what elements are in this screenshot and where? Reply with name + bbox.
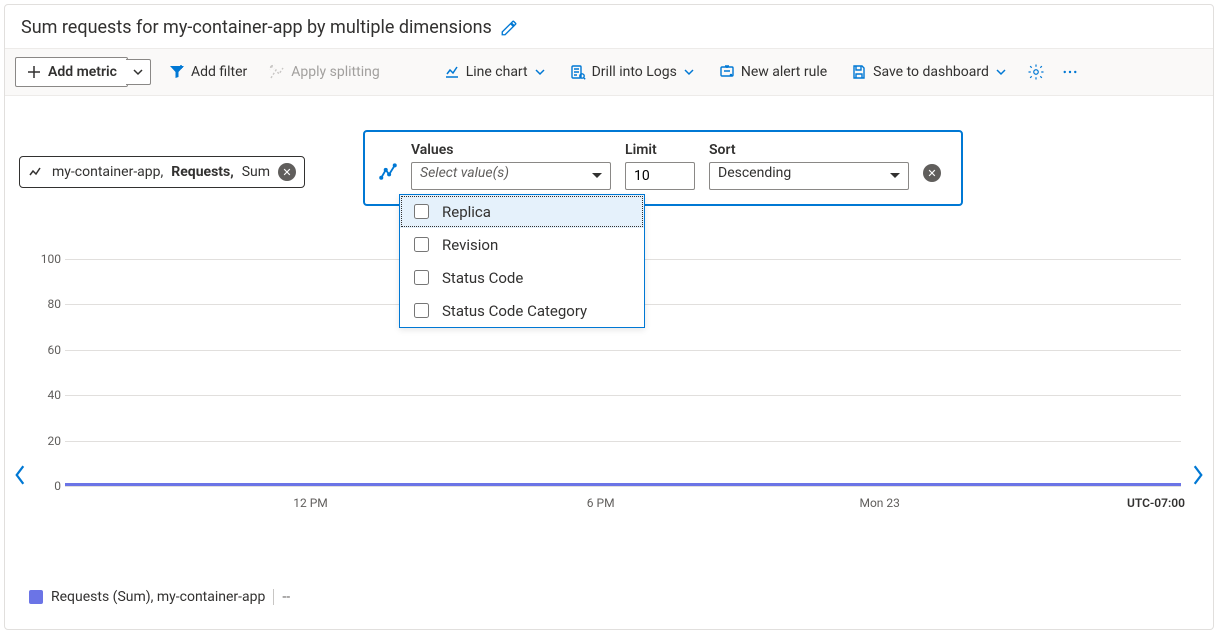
- apply-splitting-label: Apply splitting: [291, 64, 379, 80]
- values-option[interactable]: Status Code Category: [400, 294, 644, 327]
- gridline: [65, 486, 1181, 487]
- x-tick-label: Mon 23: [859, 496, 899, 510]
- values-label: Values: [411, 142, 611, 158]
- x-tick-label: 12 PM: [293, 496, 328, 510]
- metric-pill[interactable]: my-container-app, Requests, Sum ✕: [19, 156, 305, 188]
- new-alert-label: New alert rule: [741, 64, 827, 80]
- values-select[interactable]: Select value(s): [411, 162, 611, 190]
- line-chart-label: Line chart: [466, 64, 528, 80]
- sort-value: Descending: [718, 165, 791, 181]
- metric-name: Requests,: [171, 164, 233, 180]
- logs-icon: [570, 64, 586, 80]
- alert-icon: [719, 64, 735, 80]
- line-chart-icon: [444, 64, 460, 80]
- edit-title-icon[interactable]: [500, 19, 518, 37]
- values-option-label: Revision: [442, 236, 498, 254]
- remove-metric-icon[interactable]: ✕: [278, 163, 296, 181]
- filter-icon: [169, 64, 185, 80]
- add-metric-button[interactable]: Add metric: [15, 57, 128, 87]
- limit-label: Limit: [625, 142, 695, 158]
- metrics-card: Sum requests for my-container-app by mul…: [4, 4, 1214, 630]
- toolbar: Add metric Add filter Apply splitting Li…: [5, 48, 1213, 96]
- values-option-checkbox[interactable]: [414, 270, 429, 285]
- scroll-right-icon[interactable]: [1191, 464, 1205, 486]
- chevron-down-icon: [995, 66, 1007, 78]
- add-filter-button[interactable]: Add filter: [159, 58, 257, 86]
- values-option[interactable]: Status Code: [400, 261, 644, 294]
- y-tick-label: 20: [25, 434, 61, 448]
- y-tick-label: 0: [25, 479, 61, 493]
- values-option[interactable]: Revision: [400, 228, 644, 261]
- scroll-left-icon[interactable]: [13, 464, 27, 486]
- save-dashboard-label: Save to dashboard: [873, 64, 989, 80]
- values-placeholder: Select value(s): [420, 165, 509, 181]
- gridline: [65, 441, 1181, 442]
- title-row: Sum requests for my-container-app by mul…: [5, 5, 1213, 48]
- sort-label: Sort: [709, 142, 909, 158]
- y-tick-label: 60: [25, 343, 61, 357]
- values-option-checkbox[interactable]: [414, 237, 429, 252]
- line-chart-button[interactable]: Line chart: [434, 58, 556, 86]
- more-icon[interactable]: [1055, 57, 1085, 87]
- save-icon: [851, 64, 867, 80]
- add-filter-label: Add filter: [191, 64, 247, 80]
- apply-splitting-button: Apply splitting: [259, 58, 389, 86]
- values-option-checkbox[interactable]: [414, 303, 429, 318]
- chart-title: Sum requests for my-container-app by mul…: [21, 17, 492, 38]
- timezone-label: UTC-07:00: [1127, 496, 1185, 510]
- legend: Requests (Sum), my-container-app --: [29, 589, 290, 605]
- plus-icon: [26, 64, 42, 80]
- save-dashboard-button[interactable]: Save to dashboard: [841, 58, 1017, 86]
- limit-input[interactable]: [625, 162, 695, 190]
- splitting-icon: [269, 64, 285, 80]
- legend-swatch: [29, 590, 43, 604]
- settings-icon[interactable]: [1021, 57, 1051, 87]
- chart-area: my-container-app, Requests, Sum ✕ Values…: [5, 96, 1213, 526]
- drill-logs-button[interactable]: Drill into Logs: [560, 58, 705, 86]
- metric-resource: my-container-app,: [52, 164, 163, 180]
- splitting-panel-icon: [379, 162, 397, 180]
- values-column: Values Select value(s): [411, 142, 611, 190]
- values-option[interactable]: Replica: [400, 195, 644, 228]
- metric-line-icon: [28, 164, 44, 180]
- y-tick-label: 80: [25, 297, 61, 311]
- limit-column: Limit: [625, 142, 695, 190]
- values-option-checkbox[interactable]: [414, 204, 429, 219]
- y-tick-label: 100: [25, 252, 61, 266]
- chevron-down-icon: [534, 66, 546, 78]
- values-option-label: Replica: [442, 203, 491, 221]
- x-tick-label: 6 PM: [587, 496, 615, 510]
- add-metric-caret[interactable]: [126, 59, 151, 85]
- close-splitting-icon[interactable]: ✕: [923, 164, 941, 182]
- sort-select[interactable]: Descending: [709, 162, 909, 190]
- legend-text: Requests (Sum), my-container-app: [51, 589, 265, 605]
- y-tick-label: 40: [25, 388, 61, 402]
- drill-logs-label: Drill into Logs: [592, 64, 677, 80]
- add-metric-label: Add metric: [48, 64, 117, 80]
- legend-value: --: [273, 589, 290, 605]
- chevron-down-icon: [683, 66, 695, 78]
- values-option-label: Status Code: [442, 269, 523, 287]
- values-dropdown: Replica Revision Status Code Status Code…: [399, 194, 645, 328]
- gridline: [65, 395, 1181, 396]
- new-alert-button[interactable]: New alert rule: [709, 58, 837, 86]
- metric-aggregation: Sum: [242, 164, 270, 180]
- gridline: [65, 350, 1181, 351]
- sort-column: Sort Descending: [709, 142, 909, 190]
- values-option-label: Status Code Category: [442, 302, 587, 320]
